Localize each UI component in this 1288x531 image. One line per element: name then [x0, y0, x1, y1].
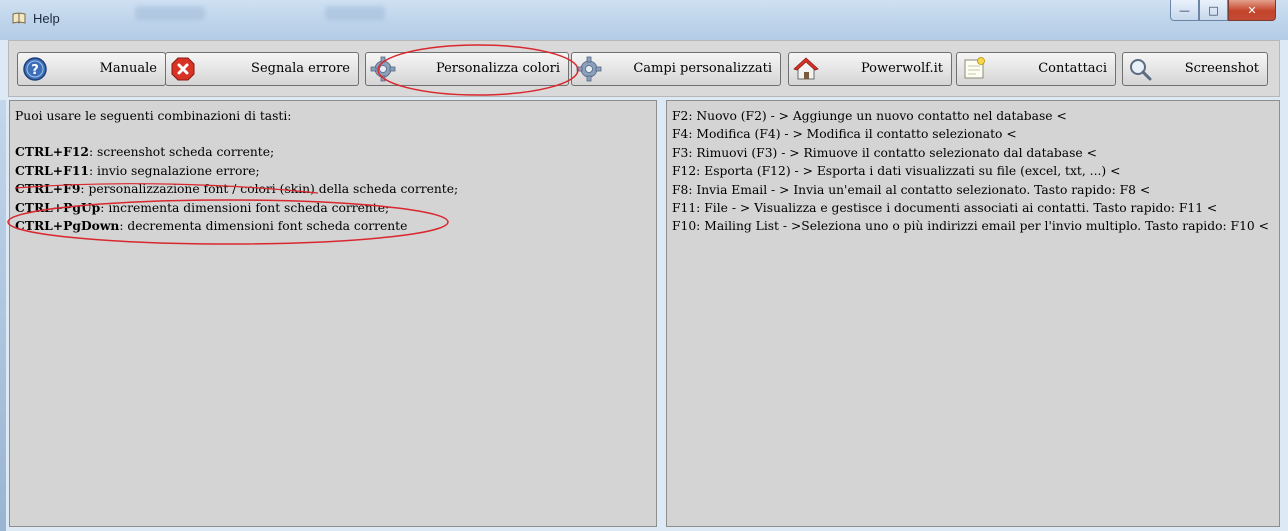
- campi-personalizzati-label: Campi personalizzati: [633, 61, 772, 76]
- shortcut-row: CTRL+PgDown: decrementa dimensioni font …: [15, 217, 651, 235]
- screenshot-label: Screenshot: [1184, 61, 1259, 76]
- close-icon: ✕: [1247, 3, 1257, 17]
- function-key-row: F2: Nuovo (F2) - > Aggiunge un nuovo con…: [672, 109, 1067, 123]
- function-key-row: F12: Esporta (F12) - > Esporta i dati vi…: [672, 164, 1121, 179]
- shortcut-key: CTRL+F11: [15, 162, 89, 178]
- manuale-button[interactable]: ? Manuale: [17, 52, 166, 86]
- shortcuts-intro: Puoi usare le seguenti combinazioni di t…: [15, 109, 292, 123]
- window-title: Help: [33, 11, 60, 26]
- manuale-label: Manuale: [99, 61, 157, 76]
- campi-personalizzati-button[interactable]: Campi personalizzati: [571, 52, 781, 86]
- segnala-errore-button[interactable]: Segnala errore: [165, 52, 359, 86]
- function-key-row: F4: Modifica (F4) - > Modifica il contat…: [672, 127, 1017, 142]
- shortcut-row: CTRL+F12: screenshot scheda corrente;: [15, 143, 651, 161]
- help-circle-icon: ?: [23, 57, 47, 81]
- shortcut-row: CTRL+F9: personalizzazione font / colori…: [15, 180, 651, 198]
- shortcut-key: CTRL+PgUp: [15, 199, 101, 215]
- function-key-row: F10: Mailing List - >Seleziona uno o più…: [672, 219, 1269, 234]
- shortcut-desc: : decrementa dimensioni font scheda corr…: [119, 219, 408, 234]
- title-bar: Help — □ ✕: [0, 0, 1288, 40]
- shortcut-desc: : invio segnalazione errore;: [88, 163, 260, 178]
- segnala-errore-label: Segnala errore: [251, 61, 350, 76]
- shortcut-key: CTRL+PgDown: [15, 218, 120, 234]
- toolbar: ? Manuale Segnala errore Personalizza co…: [8, 40, 1280, 97]
- contattaci-button[interactable]: Contattaci: [956, 52, 1116, 86]
- shortcut-desc: : personalizzazione font / colori (skin)…: [80, 182, 459, 197]
- screenshot-button[interactable]: Screenshot: [1122, 52, 1268, 86]
- function-keys-panel: F2: Nuovo (F2) - > Aggiunge un nuovo con…: [666, 100, 1280, 527]
- shortcut-desc: : incrementa dimensioni font scheda corr…: [100, 200, 390, 215]
- personalizza-colori-label: Personalizza colori: [435, 61, 560, 76]
- maximize-icon: □: [1208, 3, 1219, 17]
- shortcut-key: CTRL+F12: [15, 144, 89, 160]
- book-icon: [12, 12, 26, 24]
- gear-icon: [370, 56, 396, 82]
- maximize-button[interactable]: □: [1199, 0, 1228, 21]
- function-key-row: F3: Rimuovi (F3) - > Rimuove il contatto…: [672, 145, 1097, 160]
- note-icon: [964, 57, 985, 79]
- powerwolf-label: Powerwolf.it: [860, 61, 943, 76]
- home-icon: [793, 57, 819, 80]
- shortcut-row: CTRL+PgUp: incrementa dimensioni font sc…: [15, 199, 651, 217]
- powerwolf-button[interactable]: Powerwolf.it: [788, 52, 952, 86]
- magnifier-icon: [1130, 59, 1152, 81]
- personalizza-colori-button[interactable]: Personalizza colori: [365, 52, 569, 86]
- close-button[interactable]: ✕: [1228, 0, 1276, 21]
- shortcuts-panel: Puoi usare le seguenti combinazioni di t…: [9, 100, 657, 527]
- shortcut-row: CTRL+F11: invio segnalazione errore;: [15, 162, 651, 180]
- function-key-row: F11: File - > Visualizza e gestisce i do…: [672, 201, 1218, 216]
- shortcut-desc: : screenshot scheda corrente;: [88, 145, 275, 160]
- shortcut-key: CTRL+F9: [15, 181, 81, 197]
- minimize-button[interactable]: —: [1170, 0, 1199, 21]
- error-x-icon: [171, 57, 195, 81]
- contattaci-label: Contattaci: [1038, 61, 1107, 76]
- svg-text:?: ?: [31, 63, 39, 78]
- minimize-icon: —: [1179, 3, 1190, 17]
- gear-icon: [576, 56, 602, 82]
- function-key-row: F8: Invia Email - > Invia un'email al co…: [672, 182, 1151, 197]
